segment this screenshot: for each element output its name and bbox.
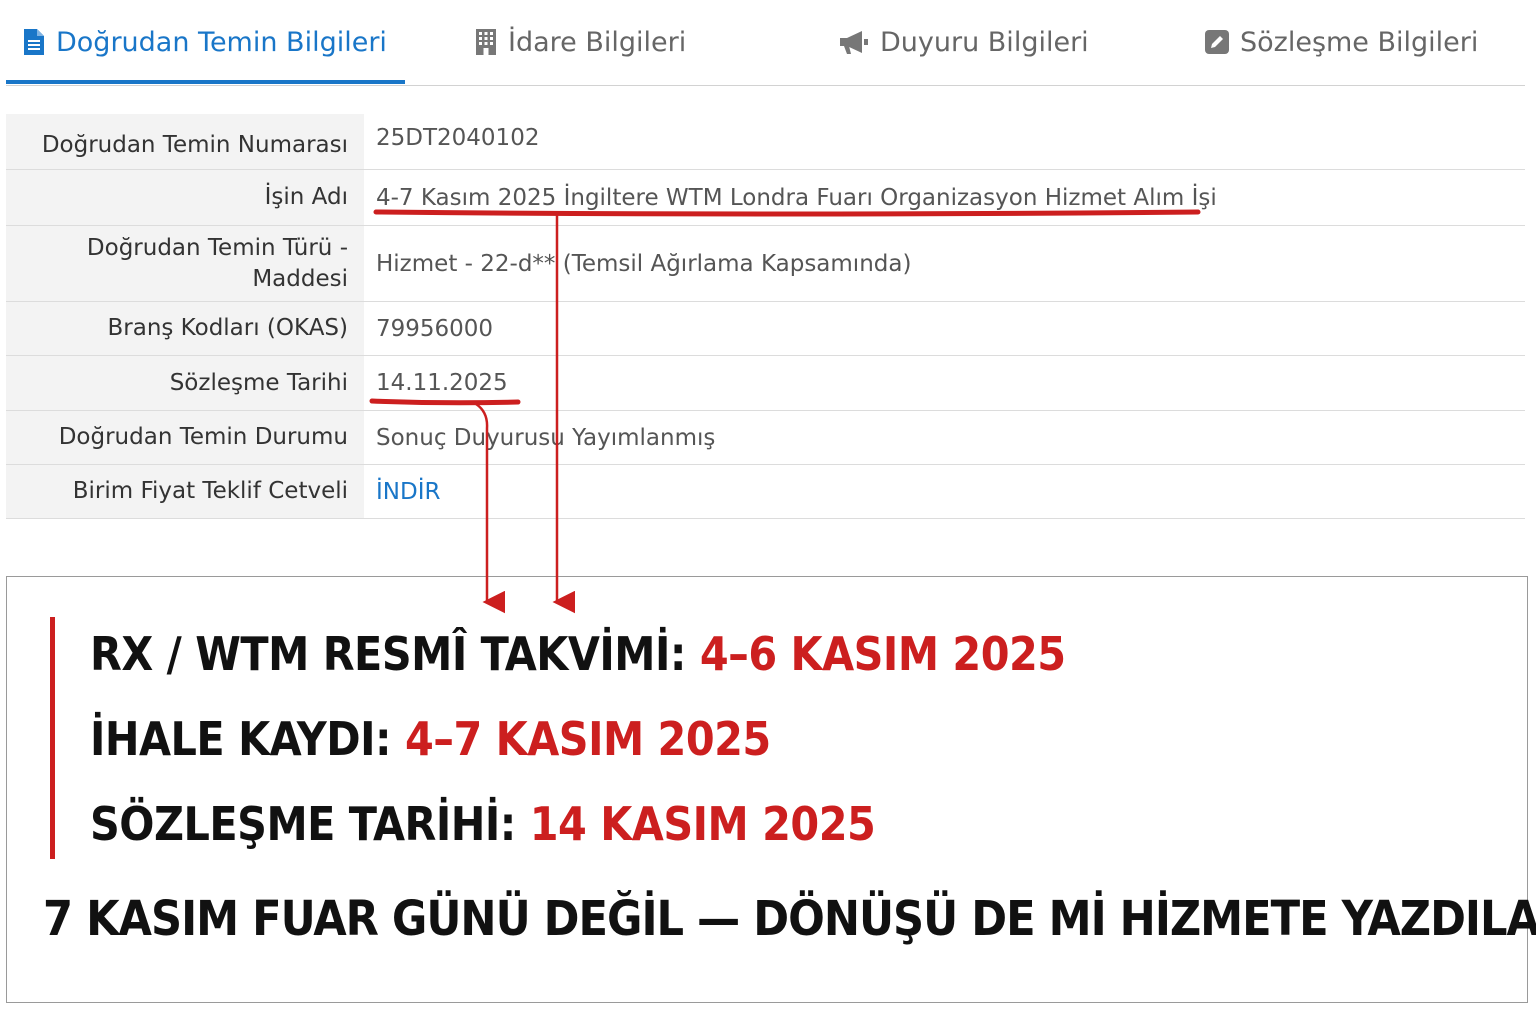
table-row: Doğrudan Temin Durumu Sonuç Duyurusu Yay… <box>6 411 1525 465</box>
callout-value: 14 KASIM 2025 <box>529 797 876 851</box>
row-label-line: Doğrudan Temin Türü - <box>86 234 348 261</box>
table-row: İşin Adı 4-7 Kasım 2025 İngiltere WTM Lo… <box>6 170 1525 226</box>
download-link[interactable]: İNDİR <box>364 465 1525 518</box>
tab-dogrudan-temin-bilgileri[interactable]: Doğrudan Temin Bilgileri <box>6 0 405 84</box>
callout-label: SÖZLEŞME TARİHİ: <box>90 797 516 851</box>
callout-box: RX / WTM RESMÎ TAKVİMİ: 4–6 KASIM 2025 İ… <box>6 576 1536 1003</box>
row-label: Doğrudan Temin Durumu <box>6 411 364 464</box>
tender-info-table: Doğrudan Temin Numarası 25DT2040102 İşin… <box>6 114 1525 519</box>
table-row: Sözleşme Tarihi 14.11.2025 <box>6 356 1525 411</box>
building-icon <box>476 29 496 55</box>
procurement-type: Hizmet - 22-d** (Temsil Ağırlama Kapsamı… <box>376 250 912 277</box>
tab-label: İdare Bilgileri <box>508 26 687 58</box>
row-label: Branş Kodları (OKAS) <box>6 302 364 355</box>
row-label: Sözleşme Tarihi <box>6 356 364 410</box>
tab-bar: Doğrudan Temin Bilgileri İdare Bilgileri… <box>6 0 1525 86</box>
callout-headline: 7 KASIM FUAR GÜNÜ DEĞİL — DÖNÜŞÜ DE Mİ H… <box>43 891 1536 947</box>
callout-value: 4–6 KASIM 2025 <box>699 627 1066 681</box>
job-name: 4-7 Kasım 2025 İngiltere WTM Londra Fuar… <box>376 184 1217 211</box>
table-row: Birim Fiyat Teklif Cetveli İNDİR <box>6 465 1525 519</box>
document-icon <box>24 29 44 55</box>
row-label: Doğrudan Temin Türü - Maddesi <box>6 226 364 301</box>
callout-accent-bar <box>50 617 55 859</box>
tab-label: Doğrudan Temin Bilgileri <box>56 26 387 58</box>
tab-label: Duyuru Bilgileri <box>880 26 1089 58</box>
tab-duyuru-bilgileri[interactable]: Duyuru Bilgileri <box>838 0 1089 84</box>
megaphone-icon <box>840 31 868 54</box>
callout-line-official-calendar: RX / WTM RESMÎ TAKVİMİ: 4–6 KASIM 2025 <box>90 627 1066 681</box>
callout-label: RX / WTM RESMÎ TAKVİMİ: <box>90 627 686 681</box>
tender-number: 25DT2040102 <box>376 124 540 151</box>
tender-status: Sonuç Duyurusu Yayımlanmış <box>376 424 716 451</box>
table-row: Doğrudan Temin Numarası 25DT2040102 <box>6 114 1525 170</box>
tab-sozlesme-bilgileri[interactable]: Sözleşme Bilgileri <box>1204 0 1478 84</box>
table-row: Branş Kodları (OKAS) 79956000 <box>6 302 1525 356</box>
callout-label: İHALE KAYDI: <box>90 712 392 766</box>
tab-idare-bilgileri[interactable]: İdare Bilgileri <box>474 0 686 84</box>
row-label: Birim Fiyat Teklif Cetveli <box>6 465 364 518</box>
row-label-line: Maddesi <box>252 265 348 292</box>
row-label: Doğrudan Temin Numarası <box>6 114 364 169</box>
edit-icon <box>1205 30 1229 54</box>
table-row: Doğrudan Temin Türü - Maddesi Hizmet - 2… <box>6 226 1525 302</box>
callout-line-contract-date: SÖZLEŞME TARİHİ: 14 KASIM 2025 <box>90 797 876 851</box>
contract-date: 14.11.2025 <box>376 370 508 396</box>
tab-label: Sözleşme Bilgileri <box>1240 26 1479 58</box>
row-label: İşin Adı <box>6 170 364 225</box>
okas-code: 79956000 <box>376 315 494 342</box>
callout-value: 4–7 KASIM 2025 <box>404 712 771 766</box>
callout-line-tender-record: İHALE KAYDI: 4–7 KASIM 2025 <box>90 712 771 766</box>
